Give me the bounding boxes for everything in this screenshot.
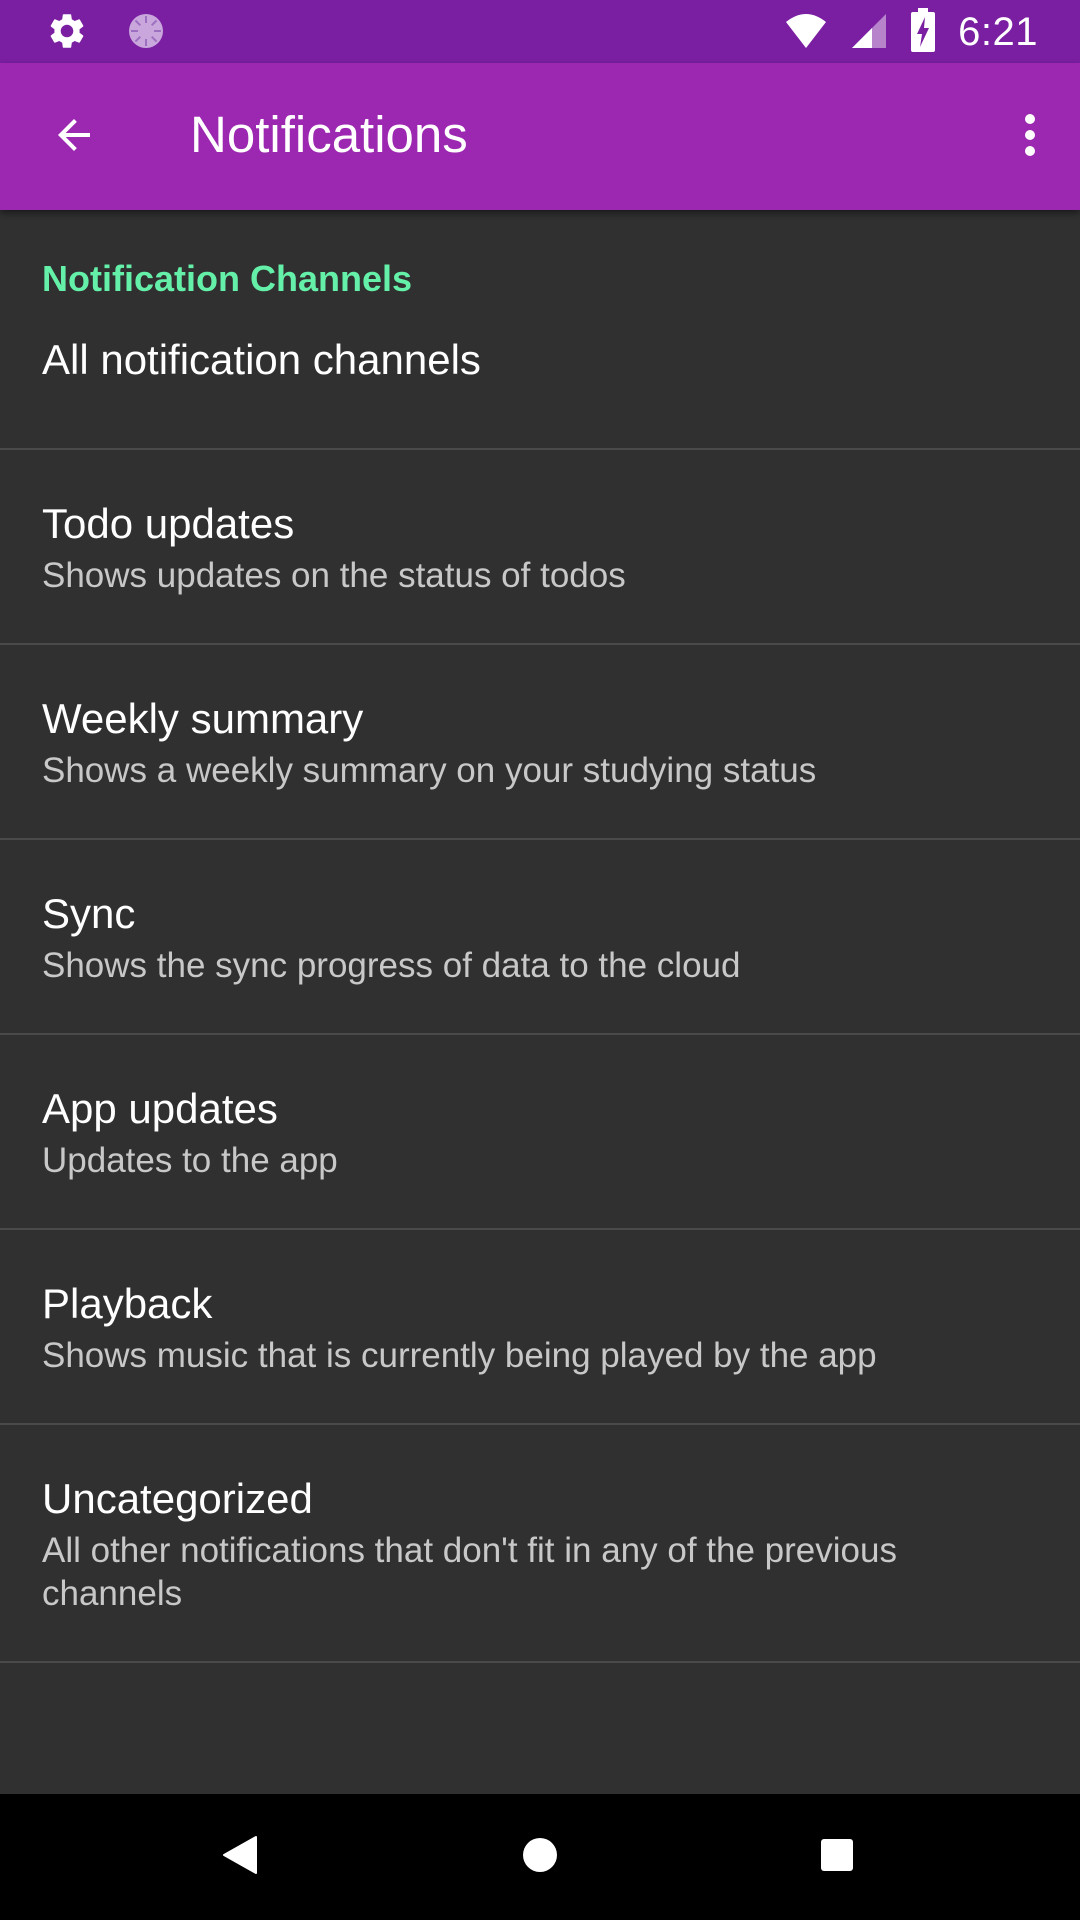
nav-home-icon	[521, 1836, 559, 1879]
pref-item-summary: Updates to the app	[42, 1141, 338, 1180]
pref-item-title: Sync	[42, 890, 136, 937]
status-left	[46, 10, 166, 57]
nav-back-icon	[222, 1835, 258, 1880]
pref-item-title: App updates	[42, 1085, 278, 1132]
pref-item-summary: Shows a weekly summary on your studying …	[42, 751, 817, 790]
pref-item-playback[interactable]: Playback Shows music that is currently b…	[0, 1230, 1080, 1425]
pref-item-app-updates[interactable]: App updates Updates to the app	[0, 1035, 1080, 1230]
app-bar: Notifications	[0, 63, 1080, 210]
pref-item-uncategorized[interactable]: Uncategorized All other notifications th…	[0, 1425, 1080, 1663]
section-header: Notification Channels	[42, 258, 413, 299]
page-title: Notifications	[190, 106, 468, 163]
wifi-icon	[784, 10, 828, 55]
more-vert-icon	[1024, 113, 1036, 162]
pref-item-title: All notification channels	[42, 336, 481, 383]
pref-item-title: Uncategorized	[42, 1475, 313, 1522]
pref-item-all-channels[interactable]: All notification channels	[0, 304, 1080, 450]
status-time: 6:21	[958, 9, 1038, 54]
screen: 6:21 Notifications Notification Channels…	[0, 0, 1080, 1920]
pref-item-title: Todo updates	[42, 500, 295, 547]
arrow-back-icon	[50, 111, 98, 164]
sync-spinner-icon	[126, 11, 166, 56]
pref-item-summary: All other notifications that don't fit i…	[42, 1531, 897, 1613]
pref-item-sync[interactable]: Sync Shows the sync progress of data to …	[0, 840, 1080, 1035]
pref-item-weekly-summary[interactable]: Weekly summary Shows a weekly summary on…	[0, 645, 1080, 840]
status-right: 6:21	[784, 7, 1038, 57]
pref-item-summary: Shows updates on the status of todos	[42, 556, 626, 595]
pref-item-summary: Shows the sync progress of data to the c…	[42, 946, 741, 985]
pref-item-summary: Shows music that is currently being play…	[42, 1336, 877, 1375]
nav-recents-icon	[819, 1837, 855, 1878]
battery-charging-icon	[910, 7, 936, 57]
back-button[interactable]	[26, 97, 122, 177]
nav-home-button[interactable]	[490, 1821, 590, 1893]
status-bar: 6:21	[0, 0, 1080, 63]
nav-recents-button[interactable]	[787, 1821, 887, 1893]
gear-icon	[46, 10, 88, 57]
pref-item-title: Playback	[42, 1280, 213, 1327]
pref-item-title: Weekly summary	[42, 695, 364, 742]
system-nav-bar	[0, 1794, 1080, 1920]
pref-item-todo-updates[interactable]: Todo updates Shows updates on the status…	[0, 450, 1080, 645]
overflow-menu-button[interactable]	[994, 97, 1066, 177]
cell-signal-icon	[850, 10, 888, 55]
nav-back-button[interactable]	[190, 1821, 290, 1893]
